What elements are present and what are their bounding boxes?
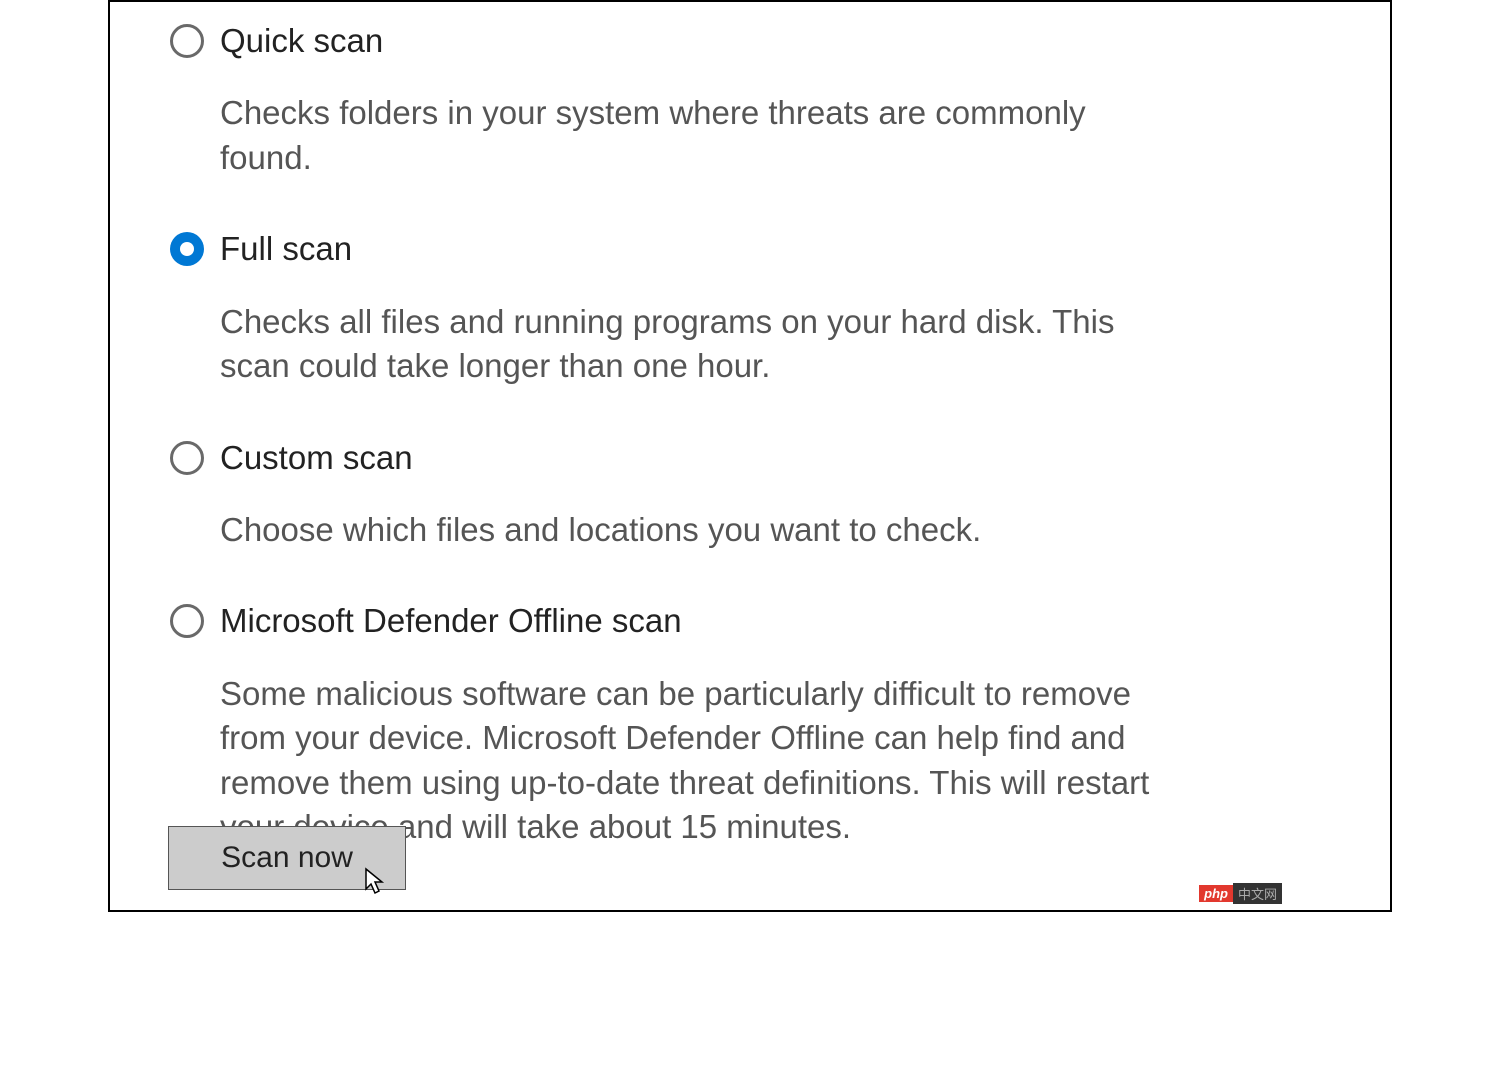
full-scan-label[interactable]: Full scan <box>220 228 1150 269</box>
radio-dot-icon <box>180 242 194 256</box>
option-content: Microsoft Defender Offline scan Some mal… <box>220 600 1150 849</box>
radio-unchecked-icon <box>170 441 204 475</box>
custom-scan-description: Choose which files and locations you wan… <box>220 508 1150 553</box>
offline-scan-description: Some malicious software can be particula… <box>220 672 1150 850</box>
option-content: Custom scan Choose which files and locat… <box>220 437 1150 553</box>
scan-now-button[interactable]: Scan now <box>168 826 406 890</box>
full-scan-radio[interactable] <box>170 232 206 268</box>
scan-option-quick: Quick scan Checks folders in your system… <box>170 20 1330 180</box>
quick-scan-radio[interactable] <box>170 24 206 60</box>
quick-scan-description: Checks folders in your system where thre… <box>220 91 1150 180</box>
offline-scan-label[interactable]: Microsoft Defender Offline scan <box>220 600 1150 641</box>
radio-unchecked-icon <box>170 604 204 638</box>
custom-scan-label[interactable]: Custom scan <box>220 437 1150 478</box>
watermark: php 中文网 <box>1199 883 1282 904</box>
scan-options-panel: Quick scan Checks folders in your system… <box>108 0 1392 912</box>
radio-unchecked-icon <box>170 24 204 58</box>
scan-option-custom: Custom scan Choose which files and locat… <box>170 437 1330 553</box>
watermark-left: php <box>1199 885 1233 902</box>
watermark-right: 中文网 <box>1233 883 1282 904</box>
scan-option-full: Full scan Checks all files and running p… <box>170 228 1330 388</box>
radio-checked-icon <box>170 232 204 266</box>
quick-scan-label[interactable]: Quick scan <box>220 20 1150 61</box>
custom-scan-radio[interactable] <box>170 441 206 477</box>
offline-scan-radio[interactable] <box>170 604 206 640</box>
full-scan-description: Checks all files and running programs on… <box>220 300 1150 389</box>
option-content: Full scan Checks all files and running p… <box>220 228 1150 388</box>
option-content: Quick scan Checks folders in your system… <box>220 20 1150 180</box>
scan-option-offline: Microsoft Defender Offline scan Some mal… <box>170 600 1330 849</box>
